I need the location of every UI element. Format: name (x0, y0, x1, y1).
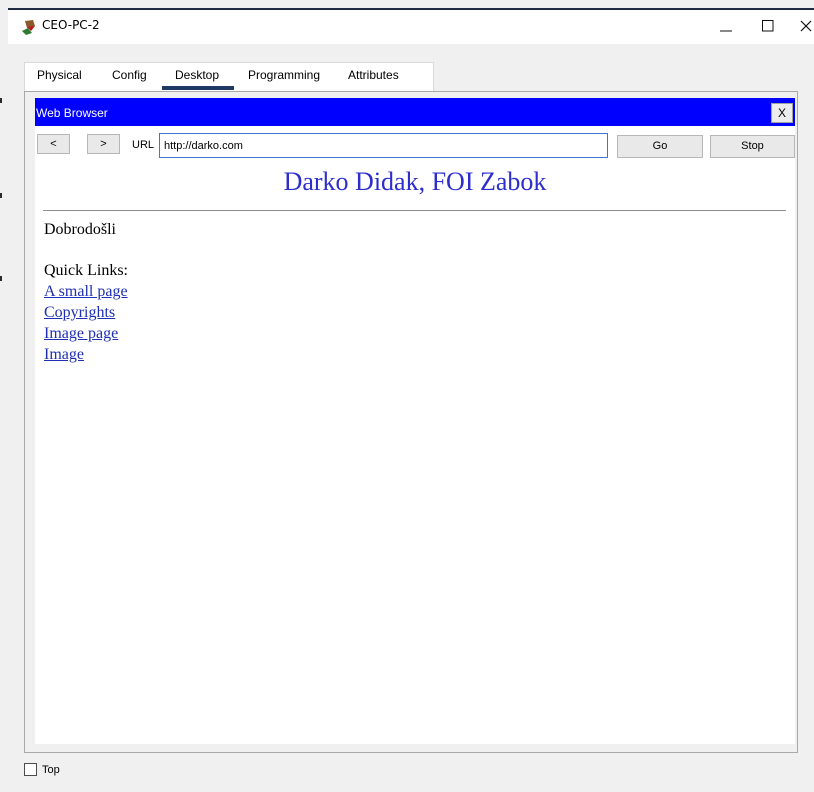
top-checkbox[interactable] (24, 763, 37, 776)
window-title: CEO-PC-2 (42, 18, 100, 32)
left-edge-mark (0, 276, 2, 281)
close-window-button[interactable] (784, 10, 814, 42)
left-edge-mark (0, 193, 2, 198)
back-button[interactable]: < (37, 134, 70, 154)
app-window: CEO-PC-2 Physical Config Desktop Program… (8, 8, 814, 792)
minimize-button[interactable] (704, 10, 748, 42)
device-tab-bar: Physical Config Desktop Programming Attr… (24, 62, 434, 92)
maximize-icon (762, 20, 774, 32)
packet-tracer-pc-icon (22, 20, 35, 35)
link-image[interactable]: Image (44, 346, 84, 364)
left-edge-mark (0, 98, 2, 103)
top-checkbox-label: Top (42, 764, 60, 776)
welcome-text: Dobrodošli (44, 221, 116, 238)
forward-button[interactable]: > (87, 134, 120, 154)
web-browser-header: Web Browser X (35, 98, 795, 126)
title-bar: CEO-PC-2 (8, 10, 814, 44)
web-browser-title: Web Browser (36, 106, 108, 120)
close-icon (800, 20, 812, 32)
active-tab-indicator (162, 86, 234, 90)
page-divider (43, 210, 786, 211)
tab-physical[interactable]: Physical (37, 68, 82, 82)
tab-desktop[interactable]: Desktop (175, 68, 219, 82)
url-label: URL (132, 139, 155, 151)
browser-page-viewport: Darko Didak, FOI Zabok Dobrodošli Quick … (35, 162, 795, 744)
url-input[interactable] (159, 133, 608, 158)
tab-config[interactable]: Config (112, 68, 147, 82)
link-a-small-page[interactable]: A small page (44, 283, 128, 301)
page-heading: Darko Didak, FOI Zabok (283, 167, 547, 196)
tab-attributes[interactable]: Attributes (348, 68, 399, 82)
stop-button[interactable]: Stop (710, 135, 795, 158)
web-browser-close-button[interactable]: X (771, 103, 793, 123)
minimize-icon (720, 30, 732, 32)
tab-programming[interactable]: Programming (248, 68, 320, 82)
link-image-page[interactable]: Image page (44, 325, 118, 343)
link-copyrights[interactable]: Copyrights (44, 304, 115, 322)
browser-toolbar: < > URL Go Stop (35, 126, 795, 162)
go-button[interactable]: Go (617, 135, 703, 158)
quick-links-heading: Quick Links: (44, 262, 128, 279)
